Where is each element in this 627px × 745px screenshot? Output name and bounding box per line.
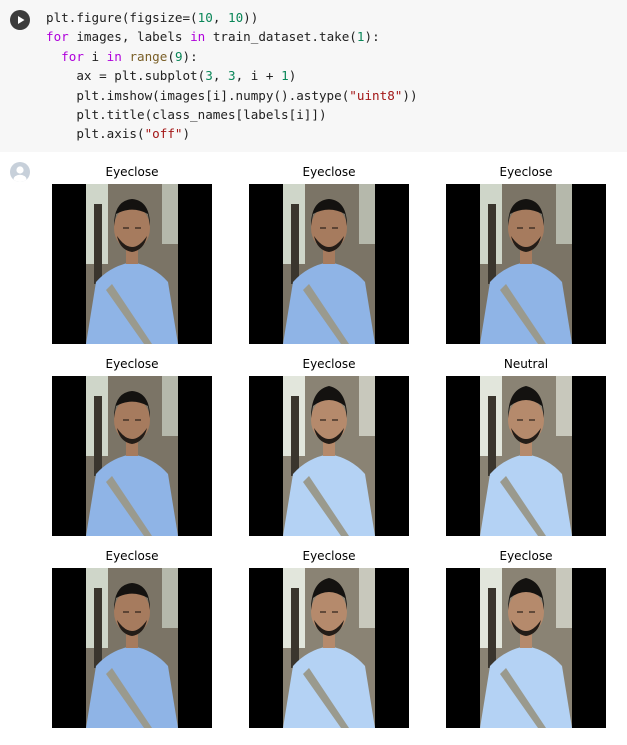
panel-title: Eyeclose bbox=[105, 549, 159, 563]
code-token: i bbox=[83, 48, 107, 64]
run-cell-button[interactable] bbox=[10, 10, 30, 30]
output-avatar-icon bbox=[10, 162, 30, 182]
panel-title: Eyeclose bbox=[499, 165, 553, 179]
code-token: plt.imshow(images[i].numpy().astype( bbox=[46, 87, 350, 103]
driver-photo bbox=[52, 568, 212, 728]
panel-title: Eyeclose bbox=[499, 549, 553, 563]
driver-photo bbox=[249, 376, 409, 536]
code-token: ) bbox=[182, 126, 191, 142]
code-token: 3 bbox=[205, 68, 213, 84]
code-token: for bbox=[46, 29, 69, 45]
code-token: ax = plt.subplot( bbox=[46, 68, 206, 84]
code-token: "uint8" bbox=[349, 87, 403, 103]
driver-photo bbox=[446, 568, 606, 728]
panel-title: Eyeclose bbox=[302, 549, 356, 563]
code-token: , i + bbox=[235, 68, 282, 84]
panel-title: Eyeclose bbox=[302, 357, 356, 371]
panel-title: Eyeclose bbox=[302, 165, 356, 179]
code-token: )) bbox=[243, 10, 259, 25]
code-token: ( bbox=[167, 48, 175, 64]
code-token: plt.title(class_names[labels[i]]) bbox=[46, 106, 327, 122]
code-line: ax = plt.subplot(3, 3, i + 1) bbox=[46, 66, 418, 85]
panel-title: Neutral bbox=[503, 357, 549, 371]
code-token: 1 bbox=[356, 29, 365, 45]
code-token: 1 bbox=[281, 68, 289, 84]
code-token: plt.axis( bbox=[46, 126, 145, 142]
driver-photo bbox=[249, 184, 409, 344]
code-token: in bbox=[190, 29, 206, 45]
driver-photo bbox=[249, 568, 409, 728]
code-editor[interactable]: plt.figure(figsize=(10, 10)) for images, … bbox=[46, 8, 418, 144]
panel-title: Eyeclose bbox=[105, 357, 159, 371]
driver-photo bbox=[446, 184, 606, 344]
code-token: ) bbox=[288, 68, 297, 84]
code-token: for bbox=[61, 48, 84, 64]
code-token: ): bbox=[182, 48, 198, 64]
code-token: 10 bbox=[197, 10, 213, 25]
code-line: plt.figure(figsize=(10, 10)) bbox=[46, 8, 418, 27]
code-token: 9 bbox=[174, 48, 183, 64]
driver-photo bbox=[446, 376, 606, 536]
code-cell[interactable]: plt.figure(figsize=(10, 10)) for images, … bbox=[0, 0, 627, 152]
code-token: 10 bbox=[228, 10, 244, 25]
code-token: , bbox=[212, 10, 228, 25]
code-token: 3 bbox=[228, 68, 236, 84]
code-line: for i in range(9): bbox=[46, 47, 418, 66]
code-token: )) bbox=[402, 87, 418, 103]
play-icon bbox=[18, 16, 25, 24]
code-token: in bbox=[106, 48, 122, 64]
code-token: "off" bbox=[144, 126, 183, 142]
code-token: images, labels bbox=[68, 29, 191, 45]
panel-title: Eyeclose bbox=[105, 165, 159, 179]
code-line: plt.axis("off") bbox=[46, 124, 418, 143]
code-line: for images, labels in train_dataset.take… bbox=[46, 27, 418, 46]
code-token: ): bbox=[364, 29, 380, 45]
code-token: plt.figure(figsize=( bbox=[46, 10, 198, 25]
code-token: , bbox=[212, 68, 228, 84]
code-line: plt.title(class_names[labels[i]]) bbox=[46, 105, 418, 124]
code-token: train_dataset.take( bbox=[205, 29, 357, 45]
code-token: range bbox=[129, 48, 168, 64]
driver-photo bbox=[52, 184, 212, 344]
driver-photo bbox=[52, 376, 212, 536]
code-line: plt.imshow(images[i].numpy().astype("uin… bbox=[46, 86, 418, 105]
